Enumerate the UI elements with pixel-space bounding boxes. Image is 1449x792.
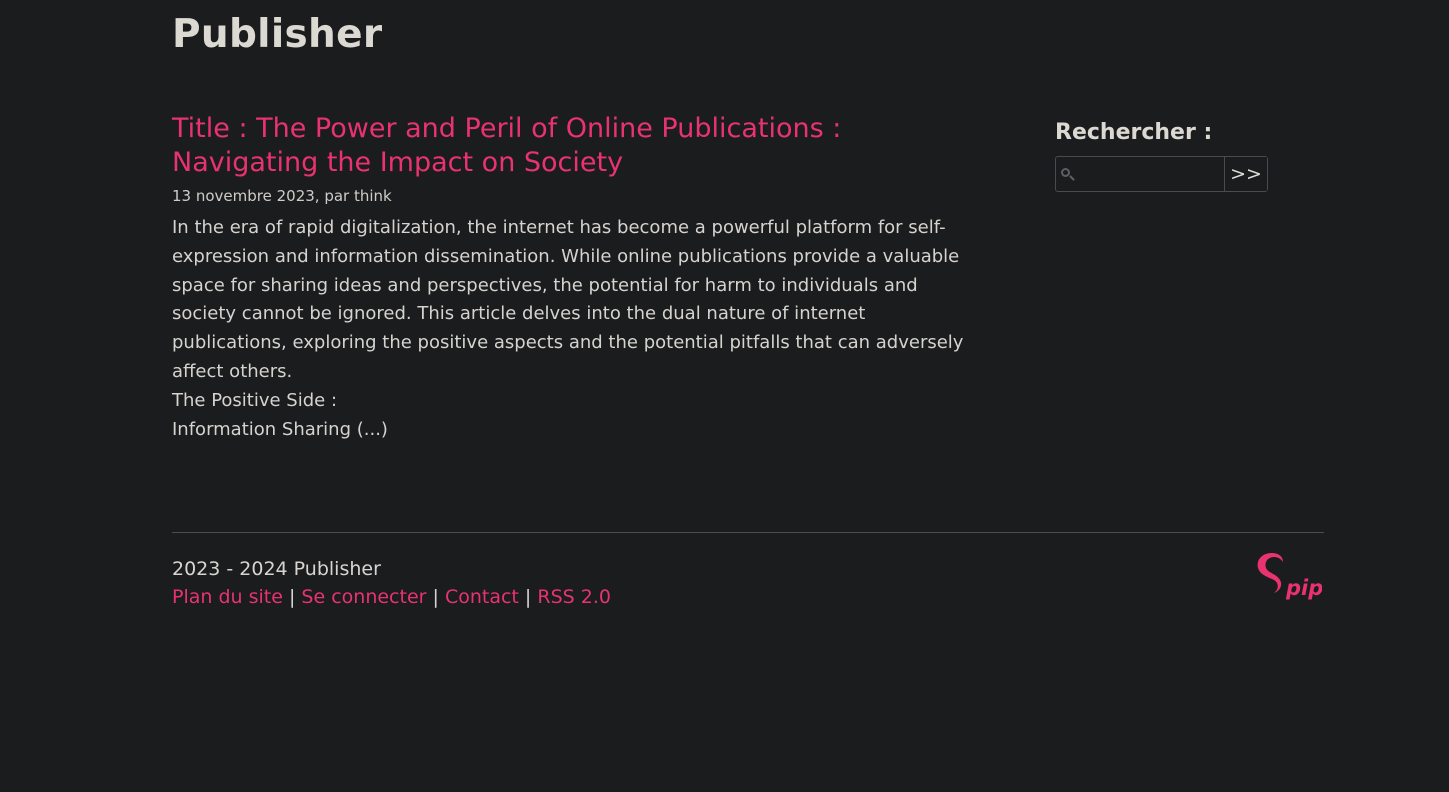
sidebar: Rechercher : >>: [1055, 116, 1268, 192]
search-title: Rechercher :: [1055, 120, 1213, 145]
footer-separator: |: [524, 586, 532, 608]
spip-logo-icon[interactable]: pip: [1256, 551, 1322, 603]
article-title-link[interactable]: Title : The Power and Peril of Online Pu…: [172, 112, 972, 180]
footer-link-rss[interactable]: RSS 2.0: [537, 586, 611, 608]
article-subheading: The Positive Side :: [172, 389, 338, 411]
article-meta: 13 novembre 2023, par think: [172, 187, 392, 205]
search-icon: [1056, 157, 1082, 191]
footer: 2023 - 2024 Publisher Plan du site | Se …: [172, 532, 1324, 611]
search-input[interactable]: [1082, 157, 1224, 191]
site-title[interactable]: Publisher: [172, 12, 382, 58]
footer-separator: |: [288, 586, 296, 608]
footer-links: Plan du site | Se connecter | Contact | …: [172, 583, 1324, 611]
article-teaser: Title : The Power and Peril of Online Pu…: [172, 112, 972, 444]
footer-separator: |: [432, 586, 439, 608]
search-form: >>: [1055, 156, 1268, 192]
search-submit-button[interactable]: >>: [1224, 157, 1267, 191]
footer-link-contact[interactable]: Contact: [445, 586, 519, 608]
svg-text:pip: pip: [1285, 576, 1322, 600]
article-intro: In the era of rapid digitalization, the …: [172, 217, 964, 382]
article-body: In the era of rapid digitalization, the …: [172, 214, 972, 444]
footer-copyright: 2023 - 2024 Publisher: [172, 558, 381, 580]
footer-link-login[interactable]: Se connecter: [301, 586, 426, 608]
article-excerpt-end: Information Sharing (...): [172, 418, 388, 440]
footer-link-site-map[interactable]: Plan du site: [172, 586, 283, 608]
